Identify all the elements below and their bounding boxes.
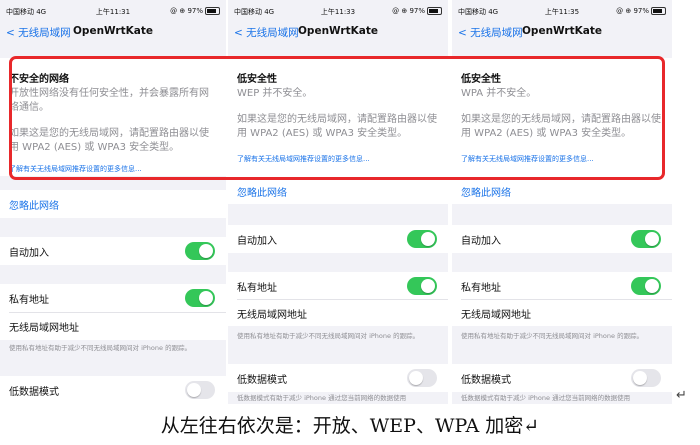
battery-icon (651, 7, 666, 15)
divider (9, 312, 226, 313)
private-address-group: 私有地址 无线局域网地址 (0, 284, 226, 340)
warning-advice: 如果这是您的无线局域网，请配置路由器以使用 WPA2 (AES) 或 WPA3 … (237, 114, 437, 139)
nav-bar: < 无线局域网 OpenWrtKate (452, 20, 672, 42)
battery-indicator: @ ⊕ 97% (392, 7, 442, 15)
wlan-address-label: 无线局域网地址 (9, 323, 79, 334)
private-address-note: 使用私有地址有助于减少不同无线局域网间对 iPhone 的跟踪。 (9, 344, 192, 352)
toggle-knob (199, 244, 213, 258)
learn-more-link[interactable]: 了解有关无线局域网推荐设置的更多信息... (461, 154, 594, 164)
auto-join-row: 自动加入 (228, 225, 448, 253)
warning-text: WPA 并不安全。 (461, 88, 537, 99)
nav-bar: < 无线局域网 OpenWrtKate (228, 20, 448, 42)
auto-join-toggle[interactable] (631, 230, 661, 248)
private-address-label: 私有地址 (9, 295, 49, 306)
private-address-toggle[interactable] (631, 277, 661, 295)
status-bar: 中国移动 4G 上午11:33 @ ⊕ 97% (228, 4, 448, 18)
low-data-row: 低数据模式 (228, 364, 448, 392)
security-warning: 不安全的网络 开放性网络没有任何安全性，并会暴露所有网络通信。 如果这是您的无线… (0, 58, 226, 176)
figure-caption: 从左往右依次是：开放、WEP、WPA 加密↵ (160, 415, 540, 437)
toggle-knob (199, 291, 213, 305)
ignore-row[interactable]: 忽略此网络 (0, 190, 226, 218)
private-address-toggle[interactable] (185, 289, 215, 307)
ignore-network-button[interactable]: 忽略此网络 (237, 184, 287, 199)
battery-icon (427, 7, 442, 15)
phone-panel-wep: 中国移动 4G 上午11:33 @ ⊕ 97% < 无线局域网 OpenWrtK… (228, 0, 448, 404)
private-address-toggle[interactable] (407, 277, 437, 295)
return-mark: ↵ (676, 388, 687, 403)
auto-join-toggle[interactable] (185, 242, 215, 260)
warning-heading: 低安全性 (461, 74, 501, 85)
warning-heading: 不安全的网络 (9, 74, 69, 85)
battery-label: @ ⊕ 97% (170, 7, 203, 15)
security-warning: 低安全性 WPA 并不安全。 如果这是您的无线局域网，请配置路由器以使用 WPA… (452, 58, 672, 176)
learn-more-link[interactable]: 了解有关无线局域网推荐设置的更多信息... (237, 154, 370, 164)
private-address-note: 使用私有地址有助于减少不同无线局域网间对 iPhone 的跟踪。 (461, 332, 644, 340)
private-address-label: 私有地址 (461, 283, 501, 294)
battery-indicator: @ ⊕ 97% (616, 7, 666, 15)
ignore-row[interactable]: 忽略此网络 (452, 176, 672, 204)
low-data-label: 低数据模式 (9, 387, 59, 398)
security-warning: 低安全性 WEP 并不安全。 如果这是您的无线局域网，请配置路由器以使用 WPA… (228, 58, 448, 176)
low-data-label: 低数据模式 (237, 375, 287, 386)
warning-advice: 如果这是您的无线局域网，请配置路由器以使用 WPA2 (AES) 或 WPA3 … (461, 114, 661, 139)
low-data-row: 低数据模式 (0, 376, 226, 404)
battery-indicator: @ ⊕ 97% (170, 7, 220, 15)
auto-join-label: 自动加入 (461, 236, 501, 247)
low-data-toggle[interactable] (185, 381, 215, 399)
battery-label: @ ⊕ 97% (616, 7, 649, 15)
low-data-toggle[interactable] (631, 369, 661, 387)
private-address-label: 私有地址 (237, 283, 277, 294)
warning-heading: 低安全性 (237, 74, 277, 85)
toggle-knob (421, 232, 435, 246)
private-address-group: 私有地址 无线局域网地址 (228, 272, 448, 326)
toggle-knob (187, 383, 201, 397)
toggle-knob (645, 232, 659, 246)
toggle-knob (633, 371, 647, 385)
status-bar: 中国移动 4G 上午11:35 @ ⊕ 97% (452, 4, 672, 18)
warning-advice: 如果这是您的无线局域网，请配置路由器以使用 WPA2 (AES) 或 WPA3 … (9, 128, 209, 153)
toggle-knob (421, 279, 435, 293)
low-data-note: 低数据模式有助于减少 iPhone 通过您当前网络的数据使用 (461, 394, 631, 402)
toggle-knob (645, 279, 659, 293)
low-data-note: 低数据模式有助于减少 iPhone 通过您当前网络的数据使用 (237, 394, 407, 402)
low-data-label: 低数据模式 (461, 375, 511, 386)
page-title: OpenWrtKate (73, 25, 153, 37)
auto-join-label: 自动加入 (237, 236, 277, 247)
page-title: OpenWrtKate (522, 25, 602, 37)
page-title: OpenWrtKate (298, 25, 378, 37)
ignore-network-button[interactable]: 忽略此网络 (9, 197, 59, 212)
nav-bar: < 无线局域网 OpenWrtKate (0, 20, 226, 42)
phone-panel-open: 中国移动 4G 上午11:31 @ ⊕ 97% < 无线局域网 OpenWrtK… (0, 0, 226, 404)
phone-panel-wpa: 中国移动 4G 上午11:35 @ ⊕ 97% < 无线局域网 OpenWrtK… (452, 0, 672, 404)
toggle-knob (409, 371, 423, 385)
battery-label: @ ⊕ 97% (392, 7, 425, 15)
wlan-address-label: 无线局域网地址 (237, 310, 307, 321)
private-address-note: 使用私有地址有助于减少不同无线局域网间对 iPhone 的跟踪。 (237, 332, 420, 340)
ignore-network-button[interactable]: 忽略此网络 (461, 184, 511, 199)
warning-text: 开放性网络没有任何安全性，并会暴露所有网络通信。 (9, 88, 209, 113)
wlan-address-label: 无线局域网地址 (461, 310, 531, 321)
low-data-toggle[interactable] (407, 369, 437, 387)
divider (461, 299, 672, 300)
learn-more-link[interactable]: 了解有关无线局域网推荐设置的更多信息... (9, 164, 142, 174)
auto-join-label: 自动加入 (9, 248, 49, 259)
auto-join-toggle[interactable] (407, 230, 437, 248)
auto-join-row: 自动加入 (0, 237, 226, 265)
battery-icon (205, 7, 220, 15)
ignore-row[interactable]: 忽略此网络 (228, 176, 448, 204)
warning-text: WEP 并不安全。 (237, 88, 313, 99)
status-bar: 中国移动 4G 上午11:31 @ ⊕ 97% (0, 4, 226, 18)
divider (237, 299, 448, 300)
auto-join-row: 自动加入 (452, 225, 672, 253)
low-data-row: 低数据模式 (452, 364, 672, 392)
private-address-group: 私有地址 无线局域网地址 (452, 272, 672, 326)
